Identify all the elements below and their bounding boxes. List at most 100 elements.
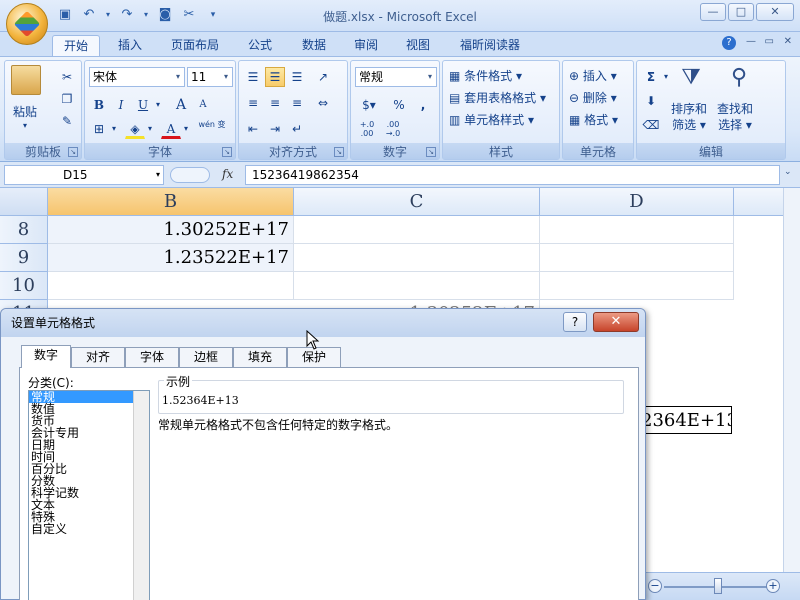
decrease-indent-icon[interactable]: ⇤	[243, 119, 263, 139]
cell-b10[interactable]	[48, 272, 294, 300]
tab-view[interactable]: 视图	[396, 35, 440, 56]
ribbon-minimize-icon[interactable]: —	[746, 36, 756, 47]
cell-styles-button[interactable]: ▥ 单元格样式 ▾	[449, 111, 534, 128]
autosum-button[interactable]: Σ	[641, 67, 661, 87]
row-header-8[interactable]: 8	[0, 216, 48, 244]
select-all-corner[interactable]	[0, 188, 48, 216]
phonetic-button[interactable]: wén 变	[197, 119, 227, 139]
decrease-decimal-button[interactable]: .00 →.0	[381, 119, 405, 139]
copy-icon[interactable]: ❐	[57, 89, 77, 109]
formula-input[interactable]: 15236419862354	[245, 165, 780, 185]
name-box[interactable]: D15 ▾	[4, 165, 164, 185]
align-center-icon[interactable]: ≡	[265, 93, 285, 113]
row-header-10[interactable]: 10	[0, 272, 48, 300]
font-name-combo[interactable]: 宋体 ▾	[89, 67, 185, 87]
paste-dropdown-icon[interactable]: ▾	[23, 121, 27, 130]
increase-decimal-button[interactable]: +.0 .00	[355, 119, 379, 139]
wrap-text-icon[interactable]: ↵	[287, 119, 307, 139]
cell-b8[interactable]: 1.30252E+17	[48, 216, 294, 244]
cell-d8[interactable]	[540, 216, 734, 244]
tab-home[interactable]: 开始	[52, 35, 100, 56]
column-header-d[interactable]: D	[540, 188, 734, 216]
cell-b9[interactable]: 1.23522E+17	[48, 244, 294, 272]
format-as-table-button[interactable]: ▤ 套用表格格式 ▾	[449, 89, 546, 106]
font-size-combo[interactable]: 11 ▾	[187, 67, 233, 87]
dialog-tab-number[interactable]: 数字	[21, 345, 71, 368]
number-launcher-icon[interactable]: ↘	[426, 147, 436, 157]
font-color-button[interactable]: A	[161, 119, 181, 139]
dialog-tab-alignment[interactable]: 对齐	[71, 347, 125, 367]
dialog-help-button[interactable]: ?	[563, 312, 587, 332]
cell-c9[interactable]	[294, 244, 540, 272]
paste-button[interactable]: 粘贴	[13, 103, 37, 120]
alignment-launcher-icon[interactable]: ↘	[334, 147, 344, 157]
cell-d9[interactable]	[540, 244, 734, 272]
font-name-dropdown-icon[interactable]: ▾	[172, 68, 184, 86]
align-left-icon[interactable]: ≡	[243, 93, 263, 113]
underline-dropdown-icon[interactable]: ▾	[153, 95, 163, 115]
increase-indent-icon[interactable]: ⇥	[265, 119, 285, 139]
tab-insert[interactable]: 插入	[108, 35, 152, 56]
bold-button[interactable]: B	[89, 95, 109, 115]
underline-button[interactable]: U	[133, 95, 153, 115]
maximize-button[interactable]: □	[728, 3, 754, 21]
tab-data[interactable]: 数据	[292, 35, 336, 56]
font-size-dropdown-icon[interactable]: ▾	[220, 68, 232, 86]
shrink-font-button[interactable]: A	[193, 95, 213, 115]
tab-formulas[interactable]: 公式	[238, 35, 282, 56]
dialog-tab-border[interactable]: 边框	[179, 347, 233, 367]
merge-center-icon[interactable]: ⇔	[313, 93, 333, 113]
category-list-scrollbar[interactable]	[133, 391, 149, 600]
format-painter-icon[interactable]: ✎	[57, 111, 77, 131]
cell-c10[interactable]	[294, 272, 540, 300]
dialog-tab-fill[interactable]: 填充	[233, 347, 287, 367]
fill-color-dropdown-icon[interactable]: ▾	[145, 119, 155, 139]
sort-filter-button[interactable]: 排序和 筛选 ▾	[671, 101, 707, 133]
delete-cells-button[interactable]: ⊖ 删除 ▾	[569, 89, 617, 106]
sort-filter-icon[interactable]: ⧩	[675, 65, 707, 95]
dialog-tab-protection[interactable]: 保护	[287, 347, 341, 367]
minimize-button[interactable]: —	[700, 3, 726, 21]
insert-function-button[interactable]: fx	[222, 167, 233, 181]
column-header-b[interactable]: B	[48, 188, 294, 216]
fill-color-icon[interactable]: ◈	[125, 119, 145, 139]
autosum-dropdown-icon[interactable]: ▾	[661, 67, 671, 87]
number-format-combo[interactable]: 常规 ▾	[355, 67, 437, 87]
currency-icon[interactable]: $▾	[355, 95, 383, 115]
clipboard-launcher-icon[interactable]: ↘	[68, 147, 78, 157]
font-color-dropdown-icon[interactable]: ▾	[181, 119, 191, 139]
help-icon[interactable]: ?	[722, 36, 736, 50]
tab-page-layout[interactable]: 页面布局	[162, 35, 228, 56]
number-format-dropdown-icon[interactable]: ▾	[424, 68, 436, 86]
binoculars-icon[interactable]: ⚲	[723, 65, 755, 95]
formula-bar-resize-handle[interactable]	[170, 167, 210, 183]
paste-icon[interactable]	[11, 65, 41, 95]
cell-d10[interactable]	[540, 272, 734, 300]
zoom-in-button[interactable]: +	[766, 579, 780, 593]
conditional-format-button[interactable]: ▦ 条件格式 ▾	[449, 67, 522, 84]
find-select-button[interactable]: 查找和 选择 ▾	[717, 101, 753, 133]
tab-review[interactable]: 审阅	[344, 35, 388, 56]
row-header-9[interactable]: 9	[0, 244, 48, 272]
zoom-slider-thumb[interactable]	[714, 578, 722, 594]
font-launcher-icon[interactable]: ↘	[222, 147, 232, 157]
expand-formula-icon[interactable]: ⌄	[784, 167, 796, 183]
cell-d15[interactable]: 2364E+13	[634, 406, 732, 434]
insert-cells-button[interactable]: ⊕ 插入 ▾	[569, 67, 617, 84]
align-bottom-icon[interactable]: ☰	[287, 67, 307, 87]
zoom-out-button[interactable]: −	[648, 579, 662, 593]
dialog-close-button[interactable]: ✕	[593, 312, 639, 332]
orientation-icon[interactable]: ↗	[313, 67, 333, 87]
cut-icon[interactable]: ✂	[57, 67, 77, 87]
ribbon-close-icon[interactable]: ✕	[784, 36, 792, 47]
grow-font-button[interactable]: A	[171, 95, 191, 115]
category-item[interactable]: 自定义	[29, 523, 149, 535]
align-right-icon[interactable]: ≡	[287, 93, 307, 113]
comma-button[interactable]: ,	[413, 95, 433, 115]
borders-icon[interactable]: ⊞	[89, 119, 109, 139]
align-middle-icon[interactable]: ☰	[265, 67, 285, 87]
borders-dropdown-icon[interactable]: ▾	[109, 119, 119, 139]
category-list[interactable]: 常规 数值 货币 会计专用 日期 时间 百分比 分数 科学记数 文本 特殊 自定…	[28, 390, 150, 600]
italic-button[interactable]: I	[111, 95, 131, 115]
tab-foxit-reader[interactable]: 福昕阅读器	[450, 35, 530, 56]
